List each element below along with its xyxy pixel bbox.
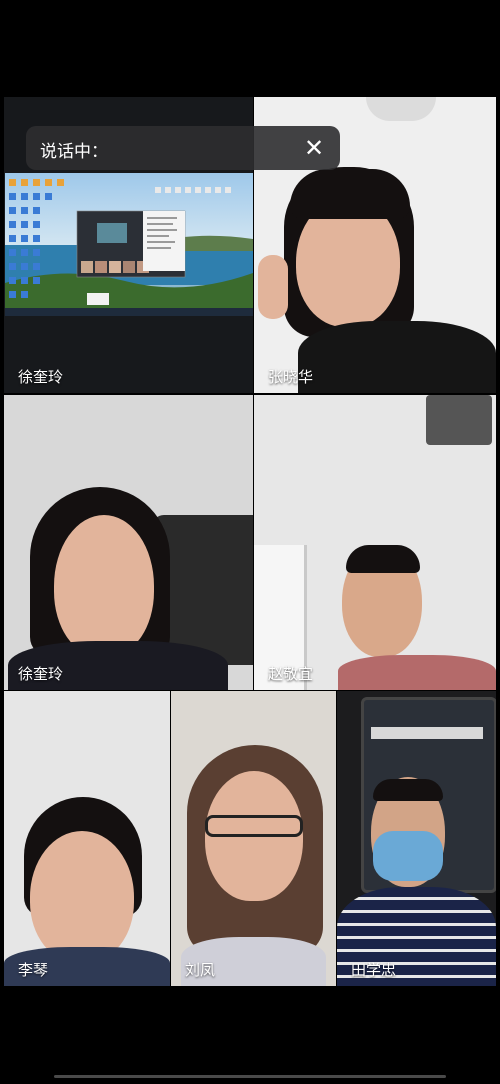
video-tile-participant[interactable]: 李琴 [4,691,170,986]
home-indicator[interactable] [54,1075,446,1078]
participant-name: 徐奎玲 [18,368,64,386]
person-figure [254,395,496,690]
participant-name: 徐奎玲 [18,665,64,683]
person-figure [4,395,253,690]
person-figure [171,691,336,986]
close-icon[interactable]: ✕ [300,134,328,162]
video-tile-participant[interactable]: 田学忠 [337,691,496,986]
shared-desktop-screenshot [5,173,253,316]
face-mask [373,831,443,881]
participant-name: 李琴 [18,961,49,979]
participant-name: 刘凤 [185,961,216,979]
participant-name: 张晓华 [268,368,314,386]
participant-name: 田学忠 [351,961,397,979]
participant-name: 赵敬宜 [268,665,314,683]
speaking-label: 说话中： [40,142,108,162]
video-tile-participant[interactable]: 赵敬宜 [254,395,496,690]
speaking-banner: 说话中： ✕ [26,126,340,170]
person-figure [4,691,170,986]
video-tile-participant[interactable]: 徐奎玲 [4,395,253,690]
video-tile-participant[interactable]: 刘凤 [171,691,336,986]
glasses [205,815,303,837]
person-figure [337,691,496,986]
